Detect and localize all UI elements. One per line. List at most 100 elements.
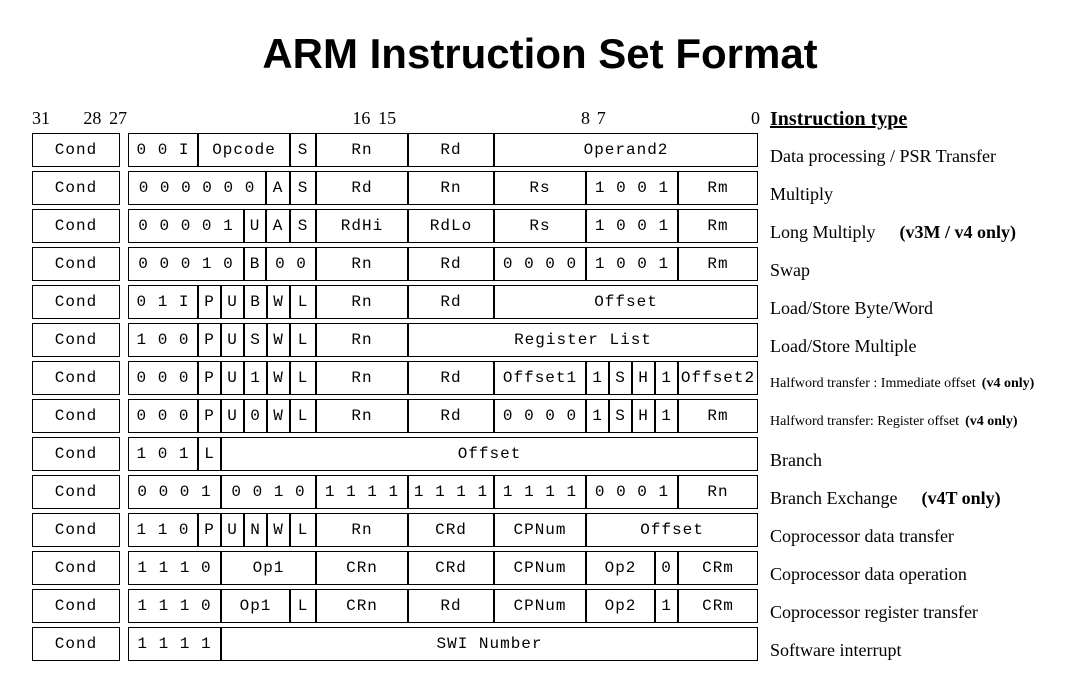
instruction-type-label: Long Multiply (v3M / v4 only) (770, 215, 1034, 249)
field-cell: Rn (316, 285, 408, 319)
instruction-type-label: Load/Store Byte/Word (770, 291, 1034, 325)
field-cell: L (198, 437, 221, 471)
field-cell: Offset (494, 285, 758, 319)
page-title: ARM Instruction Set Format (20, 30, 1060, 78)
label-note: (v4 only) (965, 414, 1018, 430)
field-cell: Cond (32, 475, 120, 509)
format-row: Cond1 1 1 1SWI Number (32, 627, 760, 661)
field-cell: P (198, 399, 221, 433)
field-cell: 1 0 0 1 (586, 247, 678, 281)
row-gap (120, 437, 128, 471)
bit-16: 16 (127, 108, 370, 129)
format-grid: 31 28 27 16 15 8 7 0 Cond0 0 IOpcodeSRnR… (20, 108, 760, 661)
field-cell: Cond (32, 323, 120, 357)
field-cell: Rs (494, 209, 586, 243)
field-cell: Rd (408, 133, 494, 167)
field-cell: 1 (586, 399, 609, 433)
instruction-type-label: Branch Exchange(v4T only) (770, 481, 1034, 515)
field-cell: 1 0 0 1 (586, 209, 678, 243)
bit-0: 0 (606, 108, 760, 129)
bit-27: 27 (101, 108, 127, 129)
field-cell: 0 0 1 0 (221, 475, 316, 509)
format-row: Cond1 1 1 0Op1CRnCRdCPNumOp20CRm (32, 551, 760, 585)
format-row: Cond0 0 0PU0WLRnRd0 0 0 01SH1Rm (32, 399, 760, 433)
labels-column: Instruction type Data processing / PSR T… (770, 108, 1034, 667)
format-row: Cond1 0 1LOffset (32, 437, 760, 471)
field-cell: CRm (678, 551, 758, 585)
row-gap (120, 399, 128, 433)
field-cell: 1 0 0 (128, 323, 198, 357)
row-gap (120, 361, 128, 395)
field-cell: 1 (655, 399, 678, 433)
field-cell: 0 0 0 0 0 0 (128, 171, 266, 205)
field-cell: 0 (655, 551, 678, 585)
instruction-type-label: Data processing / PSR Transfer (770, 139, 1034, 173)
instruction-type-label: Multiply (770, 177, 1034, 211)
field-cell: Rm (678, 247, 758, 281)
field-cell: CPNum (494, 589, 586, 623)
field-cell: CRn (316, 551, 408, 585)
field-cell: B (244, 285, 267, 319)
instruction-type-label: Halfword transfer: Register offset (v4 on… (770, 405, 1034, 439)
field-cell: W (267, 323, 290, 357)
label-text: Long Multiply (770, 222, 876, 243)
field-cell: Offset (586, 513, 758, 547)
label-note: (v4T only) (921, 488, 1000, 509)
field-cell: Rd (408, 399, 494, 433)
field-cell: Offset1 (494, 361, 586, 395)
field-cell: 1 1 1 1 (408, 475, 494, 509)
label-text: Data processing / PSR Transfer (770, 146, 996, 167)
field-cell: L (290, 323, 316, 357)
field-cell: Cond (32, 361, 120, 395)
field-cell: 1 0 0 1 (586, 171, 678, 205)
field-cell: S (290, 133, 316, 167)
field-cell: L (290, 399, 316, 433)
field-cell: Cond (32, 437, 120, 471)
field-cell: W (267, 513, 290, 547)
field-cell: 0 (244, 399, 267, 433)
label-text: Multiply (770, 184, 833, 205)
field-cell: 1 (655, 361, 678, 395)
label-text: Halfword transfer: Register offset (770, 414, 959, 430)
label-note: (v3M / v4 only) (900, 222, 1017, 243)
bit-number-row: 31 28 27 16 15 8 7 0 (20, 108, 760, 129)
format-row: Cond0 0 0 0 1UASRdHiRdLoRs1 0 0 1Rm (32, 209, 760, 243)
field-cell: Rm (678, 171, 758, 205)
field-cell: U (221, 285, 244, 319)
field-cell: S (609, 399, 632, 433)
field-cell: S (244, 323, 267, 357)
field-cell: Rd (408, 285, 494, 319)
instruction-type-label: Coprocessor data transfer (770, 519, 1034, 553)
field-cell: B (244, 247, 266, 281)
field-cell: Cond (32, 209, 120, 243)
format-row: Cond0 1 IPUBWLRnRdOffset (32, 285, 760, 319)
field-cell: Rn (316, 513, 408, 547)
field-cell: Rn (316, 133, 408, 167)
label-text: Coprocessor register transfer (770, 602, 978, 623)
field-cell: Cond (32, 551, 120, 585)
format-row: Cond0 0 0 1 0B0 0RnRd0 0 0 01 0 0 1Rm (32, 247, 760, 281)
field-cell: Offset (221, 437, 758, 471)
field-cell: Cond (32, 513, 120, 547)
field-cell: 1 1 1 0 (128, 589, 221, 623)
field-cell: CRn (316, 589, 408, 623)
field-cell: Rn (408, 171, 494, 205)
row-gap (120, 209, 128, 243)
label-text: Load/Store Byte/Word (770, 298, 933, 319)
field-cell: RdLo (408, 209, 494, 243)
field-cell: U (244, 209, 266, 243)
field-cell: Op2 (586, 551, 655, 585)
format-row: Cond1 1 0PUNWLRnCRdCPNumOffset (32, 513, 760, 547)
label-text: Branch (770, 450, 822, 471)
field-cell: W (267, 285, 290, 319)
field-cell: 1 1 0 (128, 513, 198, 547)
field-cell: U (221, 513, 244, 547)
instruction-type-label: Load/Store Multiple (770, 329, 1034, 363)
format-row: Cond1 0 0PUSWLRnRegister List (32, 323, 760, 357)
field-cell: CPNum (494, 513, 586, 547)
field-cell: Rn (316, 399, 408, 433)
bit-7: 7 (590, 108, 606, 129)
field-cell: P (198, 285, 221, 319)
instruction-type-label: Branch (770, 443, 1034, 477)
field-cell: 0 0 (266, 247, 316, 281)
